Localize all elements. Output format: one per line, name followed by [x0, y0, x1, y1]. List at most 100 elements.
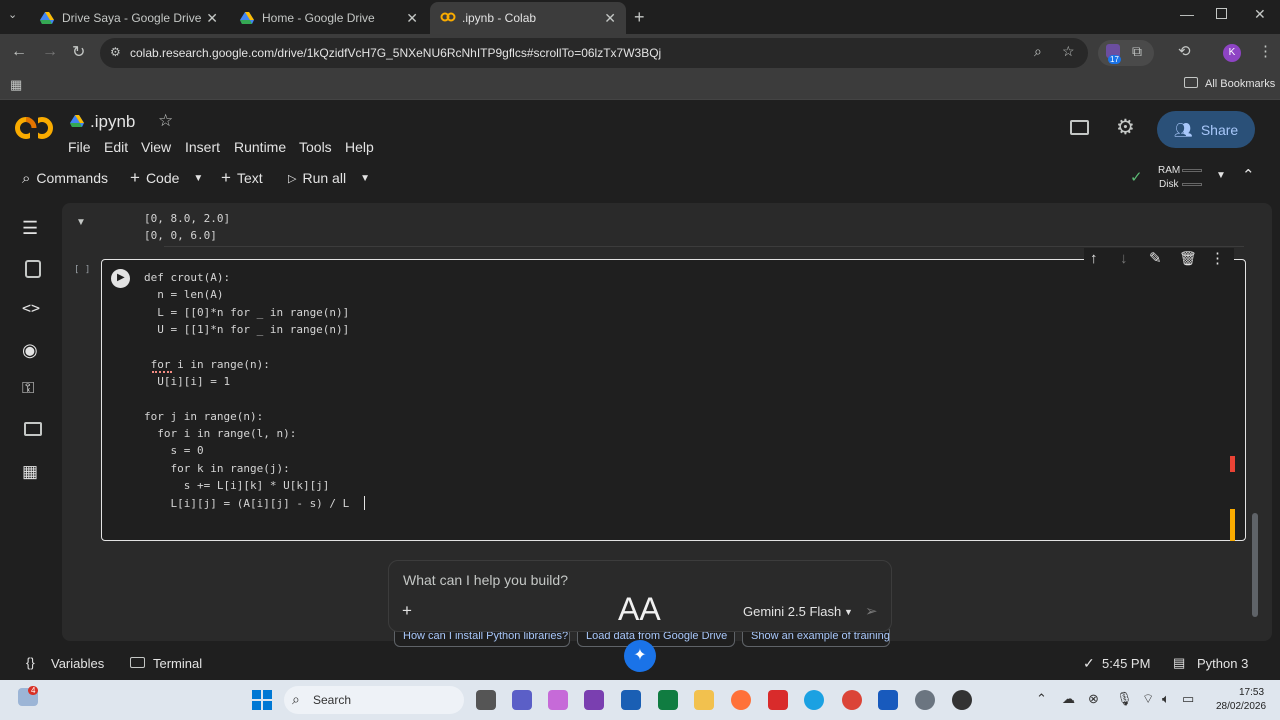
word-icon[interactable] [878, 690, 898, 710]
scrollbar-thumb[interactable] [1252, 513, 1258, 617]
new-tab-button[interactable]: + [634, 7, 645, 28]
run-all-button[interactable]: ▷ Run all ▼ [288, 166, 370, 190]
collapse-output-icon[interactable]: ▼ [76, 217, 86, 228]
settings-icon[interactable] [915, 690, 935, 710]
menu-view[interactable]: View [141, 139, 171, 155]
attach-plus-icon[interactable]: + [402, 601, 412, 621]
copilot-icon[interactable] [548, 690, 568, 710]
history-icon[interactable]: ⟲ [1178, 42, 1191, 60]
volume-icon[interactable]: 🔈︎ [1162, 691, 1170, 707]
firefox-icon[interactable] [731, 690, 751, 710]
terminal-button[interactable]: Terminal [153, 656, 202, 671]
close-tab-icon[interactable]: ✕ [206, 10, 218, 27]
code-line[interactable]: s += L[i][k] * U[k][j] [144, 479, 330, 492]
tab-home-drive[interactable]: Home - Google Drive ✕ [230, 4, 428, 32]
power-automate-icon[interactable] [584, 690, 604, 710]
code-line[interactable]: L = [[0]*n for _ in range(n)] [144, 306, 349, 319]
menu-file[interactable]: File [68, 139, 91, 155]
apps-grid-icon[interactable]: ▦ [10, 77, 22, 93]
code-line[interactable]: U = [[1]*n for _ in range(n)] [144, 323, 349, 336]
collapse-header-icon[interactable]: ⌃ [1242, 166, 1255, 184]
edit-with-ai-icon[interactable]: ✎ [1149, 249, 1162, 267]
run-cell-button[interactable]: ▶ [111, 269, 130, 288]
profile-avatar[interactable]: K [1223, 44, 1241, 62]
zoom-icon[interactable]: ⌕ [1034, 43, 1042, 60]
tab-colab[interactable]: .ipynb - Colab ✕ [430, 2, 626, 34]
code-line[interactable]: n = len(A) [144, 288, 223, 301]
menu-help[interactable]: Help [345, 139, 374, 155]
share-button[interactable]: 👥︎ Share [1157, 111, 1255, 148]
forward-icon[interactable]: → [42, 43, 58, 61]
move-cell-up-icon[interactable]: ↑ [1090, 250, 1098, 267]
send-icon[interactable]: ➢ [865, 602, 878, 620]
menu-insert[interactable]: Insert [185, 139, 220, 155]
notebook-title[interactable]: .ipynb [90, 112, 135, 132]
microphone-icon[interactable]: 🎙︎ [1116, 691, 1133, 707]
chevron-down-icon[interactable]: ▼ [193, 173, 203, 184]
find-icon[interactable] [25, 260, 41, 278]
system-tray-chevron-icon[interactable]: ⌃ [1036, 691, 1047, 707]
chevron-down-icon[interactable]: ▼ [360, 173, 370, 184]
kernel-label[interactable]: Python 3 [1197, 656, 1248, 671]
chevron-down-icon[interactable]: ▼ [1216, 170, 1226, 181]
all-bookmarks-link[interactable]: All Bookmarks [1205, 78, 1275, 90]
code-line[interactable]: s = 0 [144, 444, 203, 457]
vpn-icon[interactable]: ⊗ [1088, 691, 1099, 707]
chrome-menu-icon[interactable]: ⋮ [1258, 42, 1273, 60]
code-line[interactable]: for k in range(j): [144, 462, 289, 475]
teams-icon[interactable] [512, 690, 532, 710]
site-info-icon[interactable]: ⚙ [110, 45, 121, 59]
wifi-icon[interactable]: ⌔ [1142, 691, 1154, 707]
excel-icon[interactable] [658, 690, 678, 710]
add-text-button[interactable]: + Text [221, 166, 263, 190]
resource-monitor[interactable]: RAM Disk [1158, 164, 1206, 192]
extensions-group[interactable]: 17 ⧉ [1098, 40, 1154, 66]
star-icon[interactable]: ☆ [158, 111, 173, 131]
tab-search-button[interactable]: ⌄ [8, 8, 26, 26]
close-window-button[interactable]: ✕ [1254, 6, 1266, 23]
add-code-button[interactable]: + Code ▼ [130, 166, 203, 190]
chevron-down-icon[interactable]: ▼ [844, 607, 853, 617]
cell-more-icon[interactable]: ⋮ [1210, 249, 1225, 267]
store-icon[interactable] [621, 690, 641, 710]
secrets-key-icon[interactable]: ⚿ [22, 380, 44, 402]
code-line[interactable]: def crout(A): [144, 271, 230, 284]
close-tab-icon[interactable]: ✕ [406, 10, 418, 27]
code-line[interactable]: for i in range(l, n): [144, 427, 296, 440]
delete-cell-icon[interactable]: 🗑︎ [1179, 250, 1197, 267]
code-snippets-icon[interactable]: <> [22, 299, 44, 321]
taskbar-search[interactable]: ⌕ Search [284, 686, 464, 714]
clock-date[interactable]: 28/02/2026 [1216, 701, 1266, 712]
commands-button[interactable]: ⌕ Commands [22, 166, 108, 190]
code-line[interactable]: L[i][j] = (A[i][j] - s) / L [144, 497, 349, 510]
wps-office-icon[interactable] [768, 690, 788, 710]
chrome-icon[interactable] [842, 690, 862, 710]
minimize-button[interactable]: — [1180, 6, 1194, 22]
menu-tools[interactable]: Tools [299, 139, 332, 155]
maximize-button[interactable] [1216, 8, 1227, 19]
menu-edit[interactable]: Edit [104, 139, 128, 155]
colab-logo[interactable] [14, 116, 54, 145]
variables-button[interactable]: Variables [51, 656, 104, 671]
code-line[interactable]: for i in range(n): [144, 358, 270, 371]
gemini-prompt-box[interactable]: What can I help you build? + AA Gemini 2… [388, 560, 892, 632]
url-text[interactable]: colab.research.google.com/drive/1kQzidfV… [130, 46, 661, 60]
edge-icon[interactable] [804, 690, 824, 710]
task-view-icon[interactable] [476, 690, 496, 710]
battery-icon[interactable]: ▭ [1182, 691, 1194, 707]
file-explorer-icon[interactable] [694, 690, 714, 710]
puzzle-icon[interactable]: ⧉ [1132, 43, 1142, 60]
bookmark-star-icon[interactable]: ☆ [1062, 43, 1075, 60]
variables-inspector-icon[interactable]: ◉ [22, 340, 44, 362]
back-icon[interactable]: ← [11, 43, 27, 61]
start-windows-icon[interactable] [252, 690, 272, 710]
reload-icon[interactable]: ↻ [72, 42, 85, 62]
app-icon[interactable] [952, 690, 972, 710]
last-run-time[interactable]: 5:45 PM [1102, 656, 1150, 671]
files-folder-icon[interactable] [24, 422, 42, 436]
data-table-icon[interactable]: ▦ [22, 462, 44, 484]
comments-icon[interactable] [1070, 120, 1089, 135]
code-cell[interactable]: ▶ def crout(A): n = len(A) L = [[0]*n fo… [101, 248, 1246, 541]
gemini-input[interactable]: What can I help you build? [403, 572, 568, 588]
address-bar[interactable]: ⚙ colab.research.google.com/drive/1kQzid… [100, 38, 1088, 68]
